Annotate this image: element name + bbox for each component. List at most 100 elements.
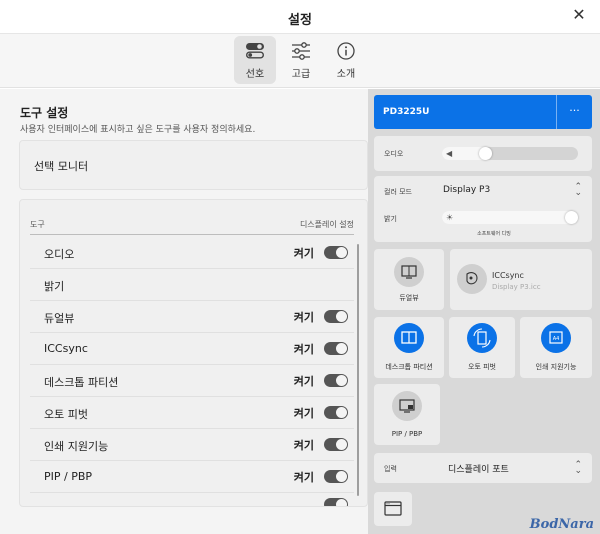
column-tool: 도구 [30, 220, 45, 229]
tool-name: 인쇄 지원기능 [44, 440, 109, 453]
tool-state: 켜기 [293, 407, 314, 420]
pip-pbp-icon [392, 391, 422, 421]
tool-toggle[interactable] [324, 246, 348, 259]
tab-preferences[interactable]: 선호 [234, 36, 276, 84]
info-icon [337, 42, 355, 60]
tool-name: 데스크톱 파티션 [44, 376, 119, 389]
chevron-updown-icon[interactable]: ⌃ ⌄ [574, 461, 582, 476]
chevron-updown-icon[interactable]: ⌃ ⌄ [574, 183, 582, 198]
preview-pane: PD3225U ··· 오디오 ◀ 컬러 모드 Display P3 ⌃ ⌄ 밝기… [368, 89, 600, 534]
tool-toggle[interactable] [324, 310, 348, 323]
sun-icon: ☀ [446, 213, 454, 222]
brightness-slider[interactable]: ☀ [442, 211, 578, 224]
desktop-partition-label: 데스크톱 파티션 [385, 363, 433, 371]
iccsync-icon [457, 264, 487, 294]
tool-toggle[interactable] [324, 374, 348, 387]
tool-name: 오디오 [44, 248, 75, 261]
auto-pivot-tile[interactable]: 오토 피벗 [449, 317, 515, 378]
brightness-label: 밝기 [384, 215, 397, 223]
monitor-name: PD3225U [383, 107, 430, 117]
close-icon[interactable]: ✕ [570, 6, 588, 24]
tool-state: 켜기 [293, 343, 314, 356]
tool-state: 켜기 [293, 375, 314, 388]
color-brightness-card: 컬러 모드 Display P3 ⌃ ⌄ 밝기 ☀ 소프트웨어 디밍 [374, 176, 592, 242]
window-icon [384, 501, 402, 516]
window-title: 설정 [288, 13, 312, 28]
tools-scrollbar[interactable] [357, 244, 359, 496]
dualview-tile[interactable]: 듀얼뷰 [374, 249, 444, 310]
monitor-select-label: 선택 모니터 [34, 160, 89, 173]
dualview-icon [394, 257, 424, 287]
section-description: 사용자 인터페이스에 표시하고 싶은 도구를 사용자 정의하세요. [20, 125, 256, 135]
tools-list-header: 도구 디스플레이 설정 [30, 217, 354, 235]
section-title: 도구 설정 [20, 106, 69, 120]
tool-toggle[interactable] [324, 406, 348, 419]
auto-pivot-icon [467, 323, 497, 353]
tool-settings-pane: 도구 설정 사용자 인터페이스에 표시하고 싶은 도구를 사용자 정의하세요. … [0, 89, 368, 534]
tool-toggle[interactable] [324, 498, 348, 506]
tool-row-desktop-partition: 데스크톱 파티션 켜기 [30, 365, 354, 397]
tab-label: 고급 [291, 69, 311, 80]
monitor-header: PD3225U ··· [374, 95, 592, 129]
brightness-fill [442, 211, 578, 224]
tool-name: 밝기 [44, 280, 65, 293]
dualview-label: 듀얼뷰 [399, 294, 419, 302]
tool-state: 켜기 [293, 471, 314, 484]
input-source-card[interactable]: 입력 디스플레이 포트 ⌃ ⌄ [374, 453, 592, 483]
svg-text:A4: A4 [553, 336, 560, 342]
watermark: BodNara [529, 517, 594, 532]
print-assist-tile[interactable]: A4 인쇄 지원기능 [520, 317, 592, 378]
volume-slider[interactable]: ◀ [442, 147, 578, 160]
tab-label: 소개 [336, 69, 356, 80]
tool-name: 듀얼뷰 [44, 312, 75, 325]
print-assist-icon: A4 [541, 323, 571, 353]
tool-toggle[interactable] [324, 438, 348, 451]
monitor-select[interactable]: 선택 모니터 [19, 140, 368, 190]
tool-row-iccsync: ICCsync 켜기 [30, 333, 354, 365]
tab-bar: 선호 고급 소개 [0, 34, 600, 88]
print-assist-label: 인쇄 지원기능 [535, 363, 577, 371]
tool-state: 켜기 [293, 247, 314, 260]
audio-label: 오디오 [384, 150, 404, 158]
sliders-icon [292, 42, 310, 60]
iccsync-profile: Display P3.icc [492, 283, 541, 291]
input-label: 입력 [384, 465, 397, 473]
tool-row-audio: 오디오 켜기 [30, 237, 354, 269]
tool-state: 켜기 [293, 311, 314, 324]
color-mode-label: 컬러 모드 [384, 188, 412, 196]
title-bar: 설정 ✕ [0, 0, 600, 34]
brightness-knob[interactable] [565, 211, 578, 224]
tab-advanced[interactable]: 고급 [280, 36, 322, 84]
auto-pivot-label: 오토 피벗 [468, 363, 496, 371]
tool-row-dualview: 듀얼뷰 켜기 [30, 301, 354, 333]
tool-row-print-assist: 인쇄 지원기능 켜기 [30, 429, 354, 461]
tab-label: 선호 [245, 69, 265, 80]
input-value: 디스플레이 포트 [448, 465, 509, 475]
more-icon[interactable]: ··· [557, 95, 592, 129]
column-display-setting: 디스플레이 설정 [299, 220, 354, 229]
tool-name: PIP / PBP [44, 470, 93, 483]
window-layout-button[interactable] [374, 492, 412, 526]
tool-name: 오토 피벗 [44, 408, 88, 421]
iccsync-card[interactable]: ICCsync Display P3.icc [450, 249, 592, 310]
tab-about[interactable]: 소개 [325, 36, 367, 84]
audio-card: 오디오 ◀ [374, 136, 592, 171]
software-dimming-label: 소프트웨어 디밍 [477, 231, 511, 237]
tool-row-brightness: 밝기 [30, 269, 354, 301]
tool-toggle[interactable] [324, 342, 348, 355]
color-mode-value[interactable]: Display P3 [443, 185, 490, 195]
speaker-icon: ◀ [446, 149, 453, 158]
tools-list[interactable]: 도구 디스플레이 설정 오디오 켜기 밝기 듀얼뷰 켜기 ICCsync 켜기 … [19, 199, 368, 507]
pip-pbp-label: PIP / PBP [391, 430, 423, 438]
tool-toggle[interactable] [324, 470, 348, 483]
tool-row-pip-pbp: PIP / PBP 켜기 [30, 461, 354, 493]
volume-knob[interactable] [479, 147, 492, 160]
desktop-partition-tile[interactable]: 데스크톱 파티션 [374, 317, 444, 378]
tool-row-auto-pivot: 오토 피벗 켜기 [30, 397, 354, 429]
desktop-partition-icon [394, 323, 424, 353]
pip-pbp-tile[interactable]: PIP / PBP [374, 384, 440, 445]
tool-state: 켜기 [293, 439, 314, 452]
tool-name: ICCsync [44, 342, 88, 355]
toggles-icon [246, 43, 265, 59]
tool-row-partial [30, 493, 354, 506]
